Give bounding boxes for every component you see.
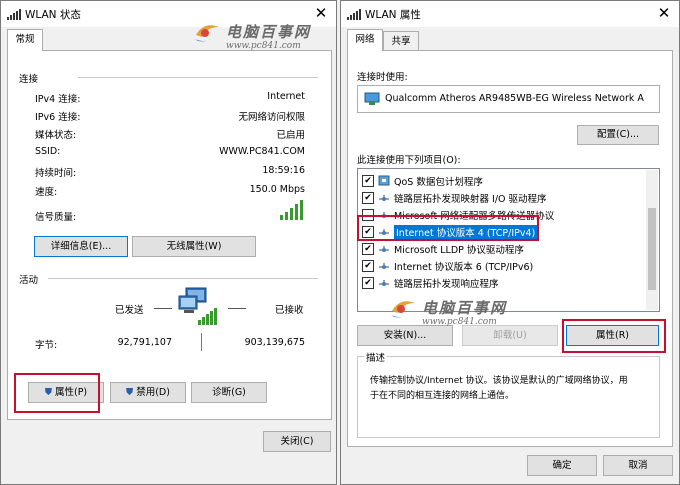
list-item[interactable]: ✔ QoS 数据包计划程序 <box>362 172 652 189</box>
description-header: 描述 <box>364 350 388 364</box>
watermark-url: www.pc841.com <box>422 317 497 327</box>
adapter-box: Qualcomm Atheros AR9485WB-EG Wireless Ne… <box>357 85 660 113</box>
uninstall-button[interactable]: 卸载(U) <box>462 325 558 346</box>
duration-label: 持续时间: <box>35 168 77 179</box>
ipv4-value: Internet <box>267 91 305 102</box>
media-state-value: 已启用 <box>276 130 305 141</box>
window-title: WLAN 属性 <box>365 9 421 21</box>
divider <box>201 333 202 351</box>
details-button[interactable]: 详细信息(E)... <box>34 236 128 257</box>
window-title: WLAN 状态 <box>25 9 81 21</box>
networking-panel: 连接时使用: Qualcomm Atheros AR9485WB-EG Wire… <box>347 50 673 447</box>
checkbox[interactable]: ✔ <box>362 277 374 289</box>
tab-general[interactable]: 常规 <box>7 29 43 51</box>
install-button[interactable]: 安装(N)... <box>357 325 453 346</box>
close-icon[interactable]: ✕ <box>655 4 673 22</box>
connect-using-label: 连接时使用: <box>357 72 408 83</box>
connection-header: 连接 <box>19 74 39 85</box>
watermark-swirl-icon <box>195 25 219 42</box>
divider <box>78 77 318 78</box>
watermark-text: 电脑百事网 <box>226 23 312 41</box>
tab-sharing[interactable]: 共享 <box>383 31 419 51</box>
ssid-label: SSID: <box>35 146 61 157</box>
list-item[interactable]: ✔ 链路层拓扑发现映射器 I/O 驱动程序 <box>362 189 652 206</box>
highlight-box <box>562 319 666 353</box>
checkbox[interactable]: ✔ <box>362 175 374 187</box>
bytes-label: 字节: <box>35 340 58 351</box>
ok-button[interactable]: 确定 <box>527 455 597 476</box>
divider <box>48 278 318 279</box>
wlan-properties-window: WLAN 属性 ✕ 网络 共享 连接时使用: Qualcomm Atheros … <box>340 0 680 485</box>
signal-quality-label: 信号质量: <box>35 212 77 223</box>
general-panel: 连接 IPv4 连接: Internet IPv6 连接: 无网络访问权限 媒体… <box>7 50 332 420</box>
activity-header: 活动 <box>19 275 39 286</box>
bytes-received-value: 903,139,675 <box>244 337 305 348</box>
list-item-label: 链路层拓扑发现响应程序 <box>394 279 499 290</box>
watermark-text: 电脑百事网 <box>422 299 508 317</box>
list-item[interactable]: ✔ Microsoft LLDP 协议驱动程序 <box>362 240 652 257</box>
close-button[interactable]: 关闭(C) <box>263 431 331 452</box>
duration-value: 18:59:16 <box>262 165 305 176</box>
media-state-label: 媒体状态: <box>35 130 77 141</box>
protocol-icon <box>379 246 389 252</box>
diagnose-button[interactable]: 诊断(G) <box>191 382 267 403</box>
sent-label: 已发送 <box>115 305 144 316</box>
ipv6-value: 无网络访问权限 <box>238 112 305 123</box>
watermark-swirl-icon <box>391 301 415 318</box>
scrollbar[interactable] <box>646 170 658 310</box>
signal-quality-icon <box>280 200 303 220</box>
wifi-signal-icon <box>7 9 21 20</box>
items-label: 此连接使用下列项目(O): <box>357 155 461 166</box>
list-item-label: Microsoft LLDP 协议驱动程序 <box>394 245 524 256</box>
qos-icon <box>378 175 390 186</box>
disable-button[interactable]: ⛊ 禁用(D) <box>110 382 186 403</box>
sent-line <box>154 308 172 309</box>
description-text: 于在不同的相互连接的网络上通信。 <box>370 391 515 401</box>
network-computers-icon <box>178 287 217 325</box>
configure-button[interactable]: 配置(C)... <box>577 125 659 145</box>
disable-button-label: 禁用(D) <box>136 387 170 398</box>
network-adapter-icon <box>364 92 380 105</box>
bytes-sent-value: 92,791,107 <box>117 337 172 348</box>
checkbox[interactable]: ✔ <box>362 192 374 204</box>
list-item[interactable]: ✔ Internet 协议版本 6 (TCP/IPv6) <box>362 257 652 274</box>
protocol-icon <box>379 263 389 269</box>
ipv6-label: IPv6 连接: <box>35 112 81 123</box>
ipv4-label: IPv4 连接: <box>35 94 81 105</box>
received-line <box>228 308 246 309</box>
title-bar[interactable]: WLAN 属性 ✕ <box>341 1 679 27</box>
description-text: 传输控制协议/Internet 协议。该协议是默认的广域网络协议，用 <box>370 376 628 386</box>
wireless-properties-button[interactable]: 无线属性(W) <box>132 236 256 257</box>
highlight-box <box>357 215 539 241</box>
wlan-status-window: WLAN 状态 ✕ 常规 连接 IPv4 连接: Internet IPv6 连… <box>0 0 337 485</box>
cancel-button[interactable]: 取消 <box>603 455 673 476</box>
close-icon[interactable]: ✕ <box>312 4 330 22</box>
protocol-icon <box>379 280 389 286</box>
speed-value: 150.0 Mbps <box>249 184 305 195</box>
checkbox[interactable]: ✔ <box>362 260 374 272</box>
list-item[interactable]: ✔ 链路层拓扑发现响应程序 <box>362 274 652 291</box>
checkbox[interactable]: ✔ <box>362 243 374 255</box>
tab-networking[interactable]: 网络 <box>347 29 383 51</box>
speed-label: 速度: <box>35 187 58 198</box>
description-group: 描述 传输控制协议/Internet 协议。该协议是默认的广域网络协议，用 于在… <box>357 350 660 438</box>
wifi-signal-icon <box>347 9 361 20</box>
adapter-name: Qualcomm Atheros AR9485WB-EG Wireless Ne… <box>385 93 644 104</box>
received-label: 已接收 <box>275 305 304 316</box>
watermark-url: www.pc841.com <box>226 41 301 51</box>
shield-icon: ⛊ <box>126 387 134 398</box>
protocol-icon <box>379 195 389 201</box>
ssid-value: WWW.PC841.COM <box>219 146 305 157</box>
scrollbar-thumb[interactable] <box>648 208 656 290</box>
list-item-label: 链路层拓扑发现映射器 I/O 驱动程序 <box>394 194 547 205</box>
list-item-label: QoS 数据包计划程序 <box>394 177 483 188</box>
list-item-label: Internet 协议版本 6 (TCP/IPv6) <box>394 262 534 273</box>
highlight-box <box>14 373 100 413</box>
